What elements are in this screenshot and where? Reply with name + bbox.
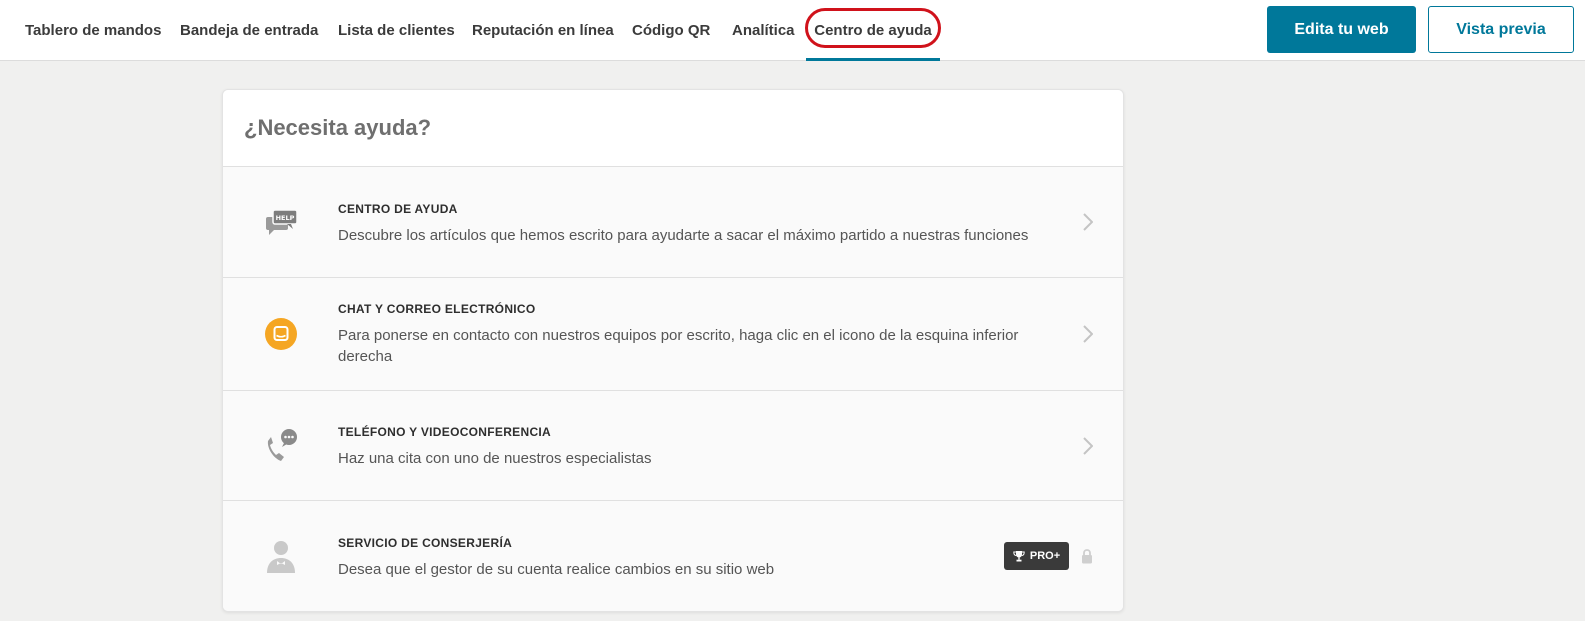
chat-bubble-icon bbox=[263, 316, 299, 352]
help-item-description: Desea que el gestor de su cuenta realice… bbox=[338, 561, 775, 578]
help-item-text: TELÉFONO Y VIDEOCONFERENCIA Haz una cita… bbox=[338, 425, 1033, 469]
tab-lista-de-clientes[interactable]: Lista de clientes bbox=[338, 0, 455, 60]
help-card: ¿Necesita ayuda? HELP CENTRO DE AYUDA De… bbox=[222, 89, 1124, 612]
top-navigation-bar: Tablero de mandos Bandeja de entrada Lis… bbox=[0, 0, 1585, 61]
help-card-title: ¿Necesita ayuda? bbox=[244, 115, 432, 140]
help-item-description: Haz una cita con uno de nuestros especia… bbox=[338, 450, 652, 467]
chevron-right-icon bbox=[1081, 324, 1095, 344]
tab-codigo-qr[interactable]: Código QR bbox=[632, 0, 710, 60]
trophy-icon bbox=[1013, 550, 1025, 561]
help-chat-icon: HELP bbox=[263, 204, 299, 240]
help-item-title: CENTRO DE AYUDA bbox=[338, 202, 458, 216]
help-item-chat-correo[interactable]: CHAT Y CORREO ELECTRÓNICO Para ponerse e… bbox=[223, 278, 1123, 391]
help-item-text: SERVICIO DE CONSERJERÍA Desea que el ges… bbox=[338, 536, 1033, 580]
chevron-right-icon bbox=[1081, 436, 1095, 456]
tab-bandeja-de-entrada[interactable]: Bandeja de entrada bbox=[180, 0, 318, 60]
tab-centro-de-ayuda[interactable]: Centro de ayuda bbox=[806, 0, 940, 61]
svg-text:HELP: HELP bbox=[276, 214, 295, 222]
tab-reputacion-en-linea[interactable]: Reputación en línea bbox=[472, 0, 614, 60]
help-item-centro-de-ayuda[interactable]: HELP CENTRO DE AYUDA Descubre los artícu… bbox=[223, 167, 1123, 278]
help-item-text: CENTRO DE AYUDA Descubre los artículos q… bbox=[338, 202, 1033, 246]
help-item-description: Descubre los artículos que hemos escrito… bbox=[338, 227, 1029, 244]
chevron-right-icon bbox=[1081, 212, 1095, 232]
help-item-description: Para ponerse en contacto con nuestros eq… bbox=[338, 327, 1019, 365]
tab-analitica[interactable]: Analítica bbox=[732, 0, 800, 60]
pro-plus-label: PRO+ bbox=[1029, 550, 1061, 562]
help-item-title: TELÉFONO Y VIDEOCONFERENCIA bbox=[338, 425, 552, 439]
help-item-text: CHAT Y CORREO ELECTRÓNICO Para ponerse e… bbox=[338, 302, 1033, 367]
help-item-telefono-videoconferencia[interactable]: TELÉFONO Y VIDEOCONFERENCIA Haz una cita… bbox=[223, 391, 1123, 501]
tab-tablero-de-mandos[interactable]: Tablero de mandos bbox=[25, 0, 161, 60]
pro-plus-badge: PRO+ bbox=[1004, 542, 1069, 570]
lock-icon bbox=[1081, 549, 1095, 565]
help-item-title: CHAT Y CORREO ELECTRÓNICO bbox=[338, 302, 536, 316]
concierge-icon bbox=[263, 538, 299, 574]
phone-chat-icon bbox=[263, 428, 299, 464]
help-item-title: SERVICIO DE CONSERJERÍA bbox=[338, 536, 513, 550]
preview-button[interactable]: Vista previa bbox=[1428, 6, 1574, 53]
help-card-header: ¿Necesita ayuda? bbox=[223, 90, 1123, 167]
edit-website-button[interactable]: Edita tu web bbox=[1267, 6, 1416, 53]
help-item-servicio-conserjeria[interactable]: SERVICIO DE CONSERJERÍA Desea que el ges… bbox=[223, 501, 1123, 611]
